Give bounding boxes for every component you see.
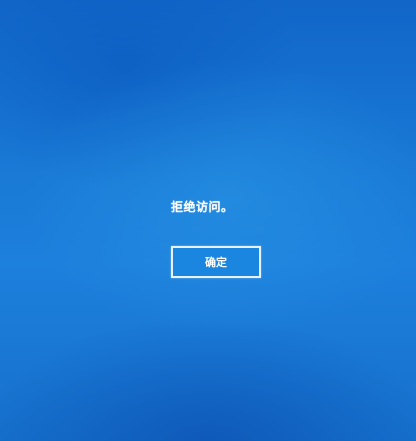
ok-button[interactable]: 确定 xyxy=(171,246,261,278)
lock-screen-background: 拒绝访问。 确定 xyxy=(0,0,416,441)
error-message: 拒绝访问。 xyxy=(171,200,234,214)
